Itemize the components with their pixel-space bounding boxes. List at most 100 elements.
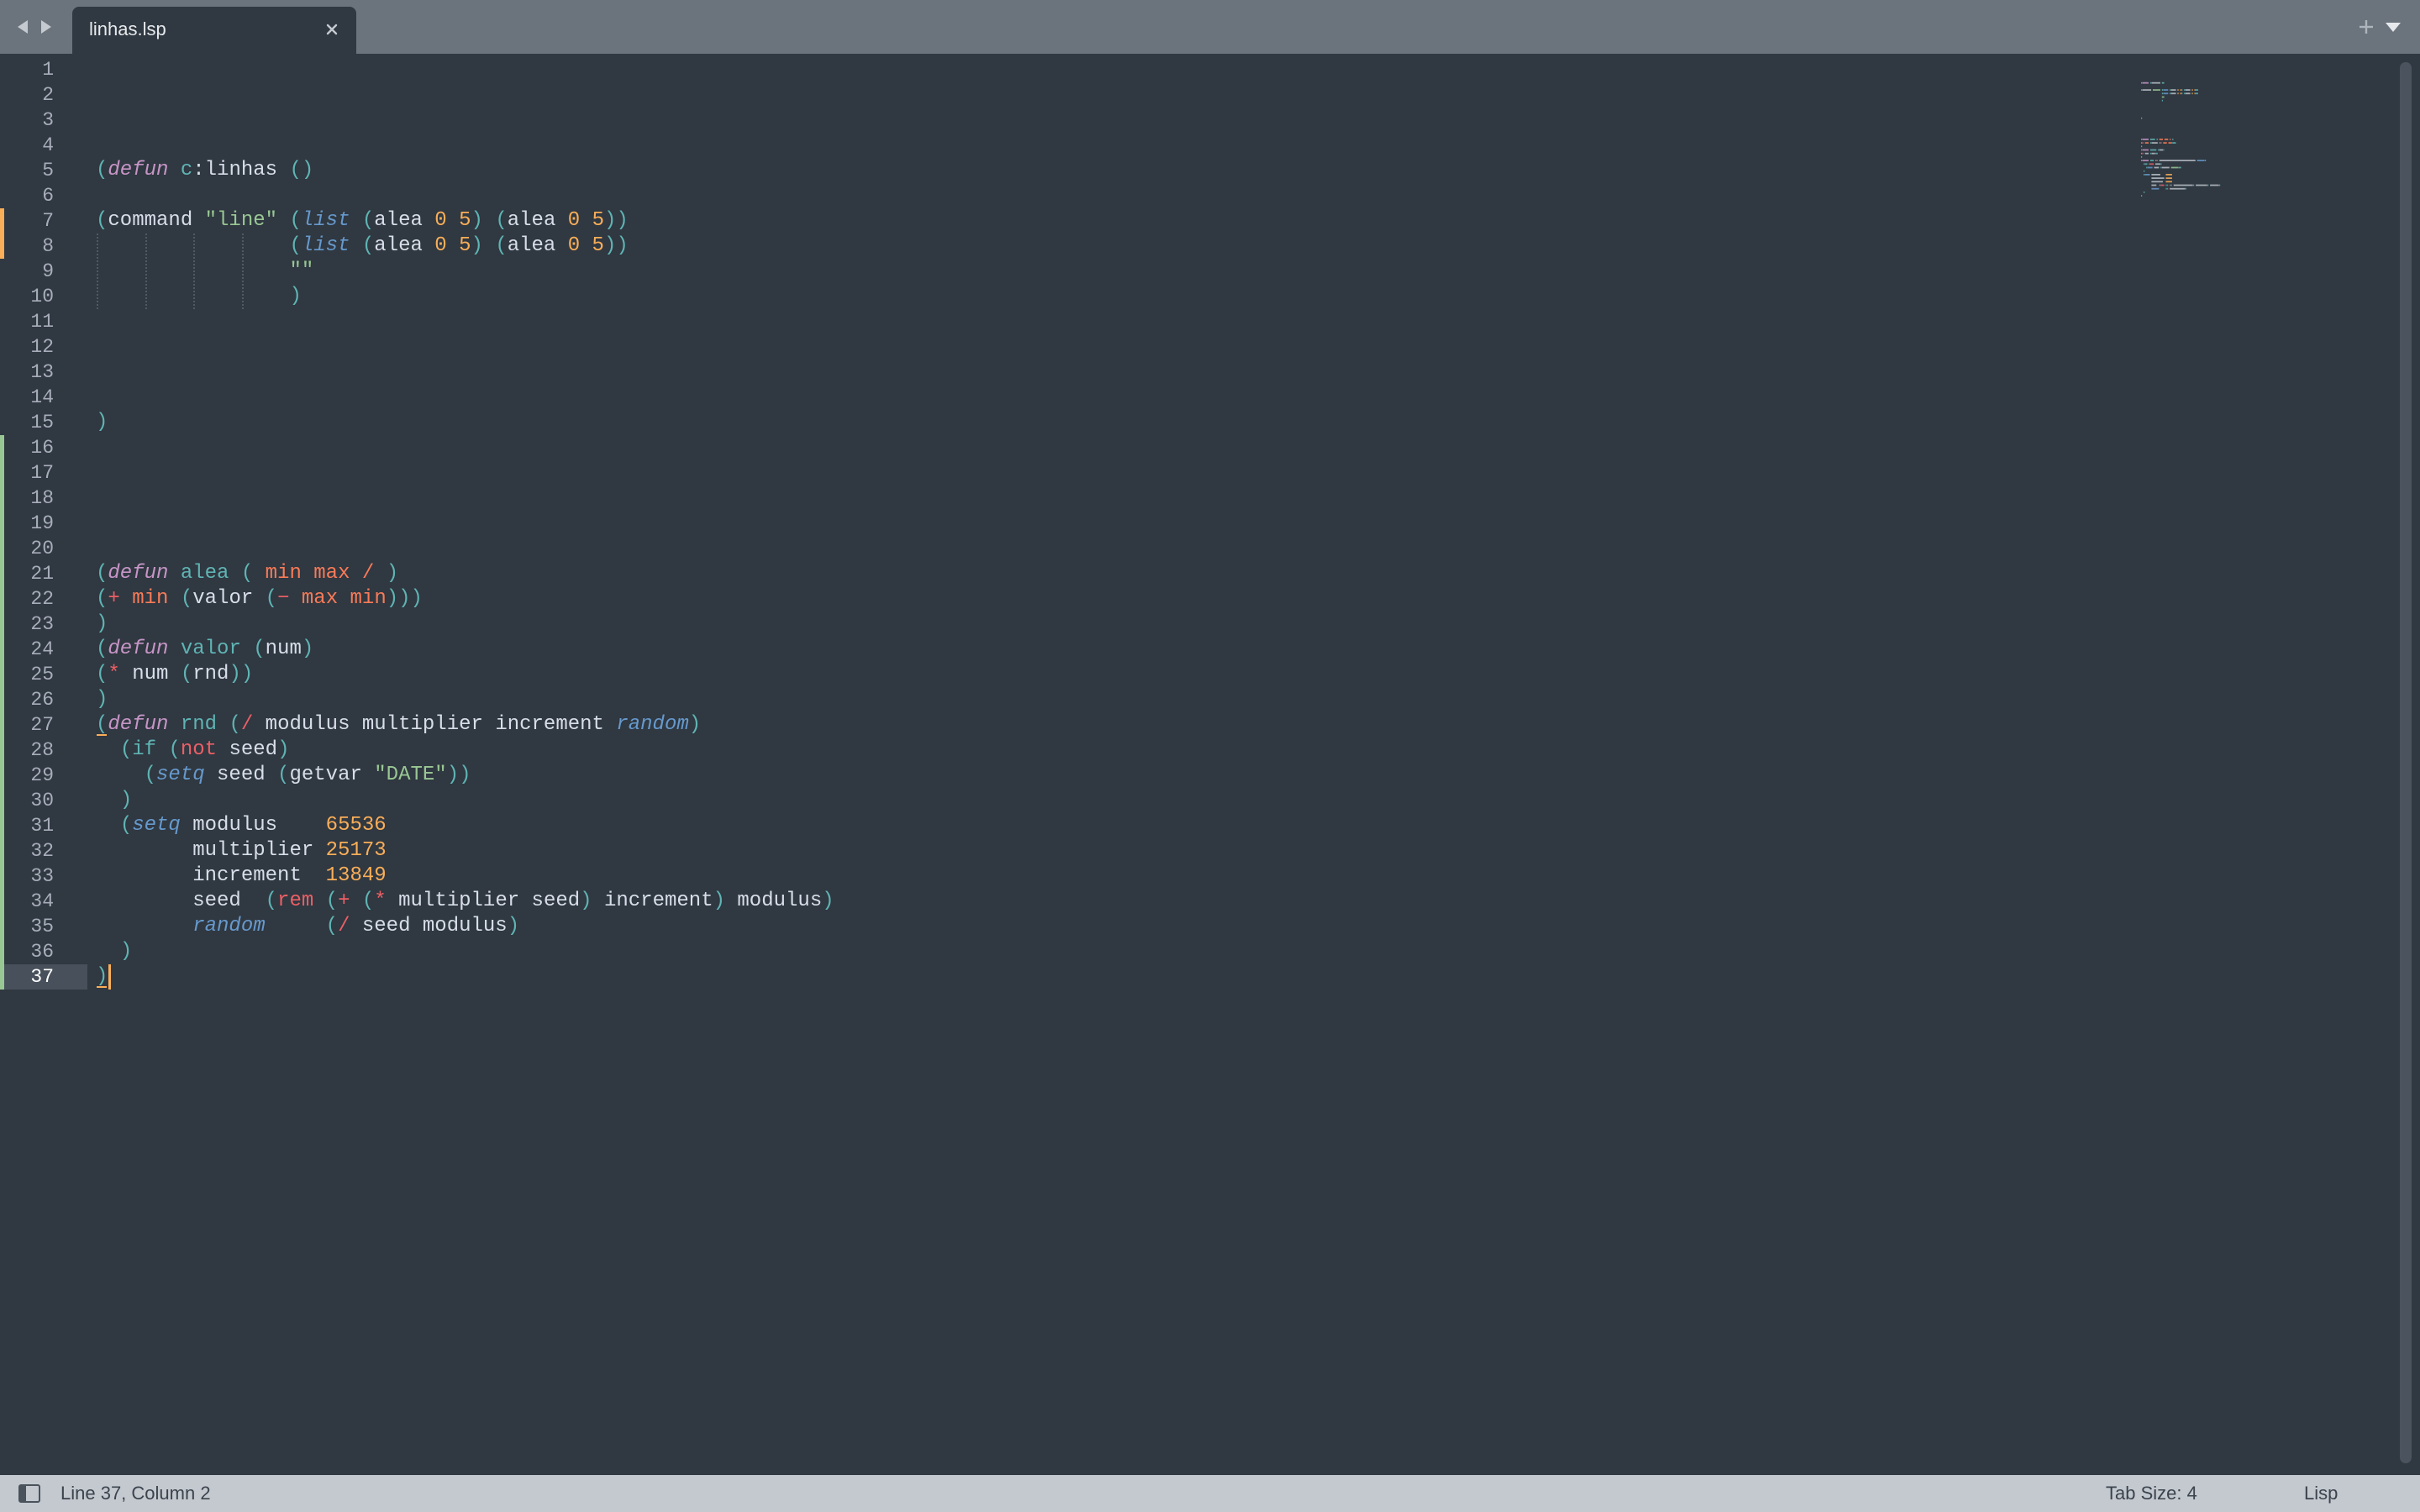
tab-size-selector[interactable]: Tab Size: 4 [2106,1475,2197,1512]
minimap-stroke [2144,163,2148,165]
code-token: "line" [204,209,278,232]
code-token: ( [96,663,108,685]
code-token: ) [471,209,483,232]
code-line: "" [96,259,313,284]
code-token: increment [603,890,713,912]
minimap-stroke [2219,184,2221,186]
syntax-selector[interactable]: Lisp [2304,1475,2338,1512]
minimap-stroke [2160,163,2162,165]
cursor-position[interactable]: Line 37, Column 2 [60,1475,211,1512]
caret-down-icon[interactable] [2383,15,2403,39]
code-token: ) [96,688,108,711]
line-number: 18 [30,487,54,509]
chevron-left-icon[interactable] [12,15,34,39]
minimap-stroke [2141,139,2143,140]
code-line: (defun valor (num) [96,637,313,662]
line-number: 35 [30,916,54,937]
minimap-stroke [2155,163,2160,165]
code-token: 0 [434,209,447,232]
minimap-stroke [2207,184,2209,186]
minimap-stroke [2204,160,2207,161]
line-number-gutter[interactable]: 1 2 3 4 5 6 7 8 9 10 11 12 13 14 15 16 17 18 19 20 21 22 23 24 2… [0,54,87,1475]
minimap-stroke [2161,99,2164,102]
line-number: 37 [30,966,54,988]
code-token: ( [119,738,133,761]
minimap-stroke [2141,117,2143,119]
code-token: num [132,663,181,685]
minimap-stroke [2149,149,2157,151]
minimap-stroke [2170,184,2172,186]
code-line: ) [96,687,108,712]
minimap-stroke [2156,139,2158,140]
minimap-stroke [2181,92,2183,95]
code-token: ( [289,209,302,232]
code-token: ) [386,562,399,585]
line-number: 30 [30,790,54,811]
code-token: ) [96,965,108,988]
code-token: () [289,159,314,181]
minimap-stroke [2159,160,2196,161]
minimap-stroke [2196,160,2205,161]
minimap-stroke [2161,96,2165,98]
editor-area[interactable]: 1 2 3 4 5 6 7 8 9 10 11 12 13 14 15 16 17 18 19 20 21 22 23 24 2… [0,54,2420,1475]
tab-linhas-lsp[interactable]: linhas.lsp [72,7,356,54]
code-token: 5 [592,209,604,232]
minimap-stroke [2172,142,2176,144]
minimap-stroke [2160,166,2162,169]
line-number: 9 [42,260,54,282]
vertical-scrollbar[interactable] [2400,62,2412,1463]
code-token: valor [192,587,266,610]
code-token: / [361,562,375,585]
line-number: 11 [30,311,54,333]
minimap[interactable] [2141,67,2259,235]
code-line: ) [96,410,108,435]
minimap-stroke [2151,177,2165,179]
minimap-stroke [2141,145,2143,148]
minimap-stroke [2141,152,2143,155]
minimap-stroke [2149,152,2152,155]
code-token: ( [240,562,254,585]
minimap-stroke [2147,166,2153,169]
minimap-stroke [2191,92,2193,95]
line-number: 31 [30,815,54,837]
code-token: multiplier [192,839,326,862]
close-icon[interactable] [323,20,341,39]
line-number: 1 [42,59,54,81]
minimap-stroke [2191,89,2193,91]
minimap-stroke [2161,81,2165,84]
plus-icon[interactable] [2356,15,2376,39]
code-token: ) [507,915,520,937]
minimap-stroke [2151,184,2157,186]
minimap-stroke [2167,187,2169,190]
code-token: 5 [459,234,471,257]
code-token: alea [507,234,568,257]
code-token: / [240,713,254,736]
code-token: ) [277,738,290,761]
code-line: random (/ seed modulus) [96,914,519,939]
minimap-stroke [2163,149,2165,151]
code-token: 5 [459,209,471,232]
minimap-stroke [2141,156,2143,158]
chevron-right-icon[interactable] [35,15,57,39]
code-token: ( [265,890,278,912]
line-number: 7 [42,210,54,232]
minimap-stroke [2142,139,2149,140]
code-token: num [265,638,302,660]
code-view[interactable]: (defun c:linhas () (command "line" (list … [96,54,2112,1475]
code-token: ( [96,587,108,610]
minimap-stroke [2144,152,2149,155]
code-token: multiplier seed [398,890,581,912]
code-token: seed [229,738,278,761]
sidebar-toggle-icon[interactable] [18,1484,40,1503]
minimap-stroke [2161,166,2170,169]
code-token: ( [180,663,193,685]
